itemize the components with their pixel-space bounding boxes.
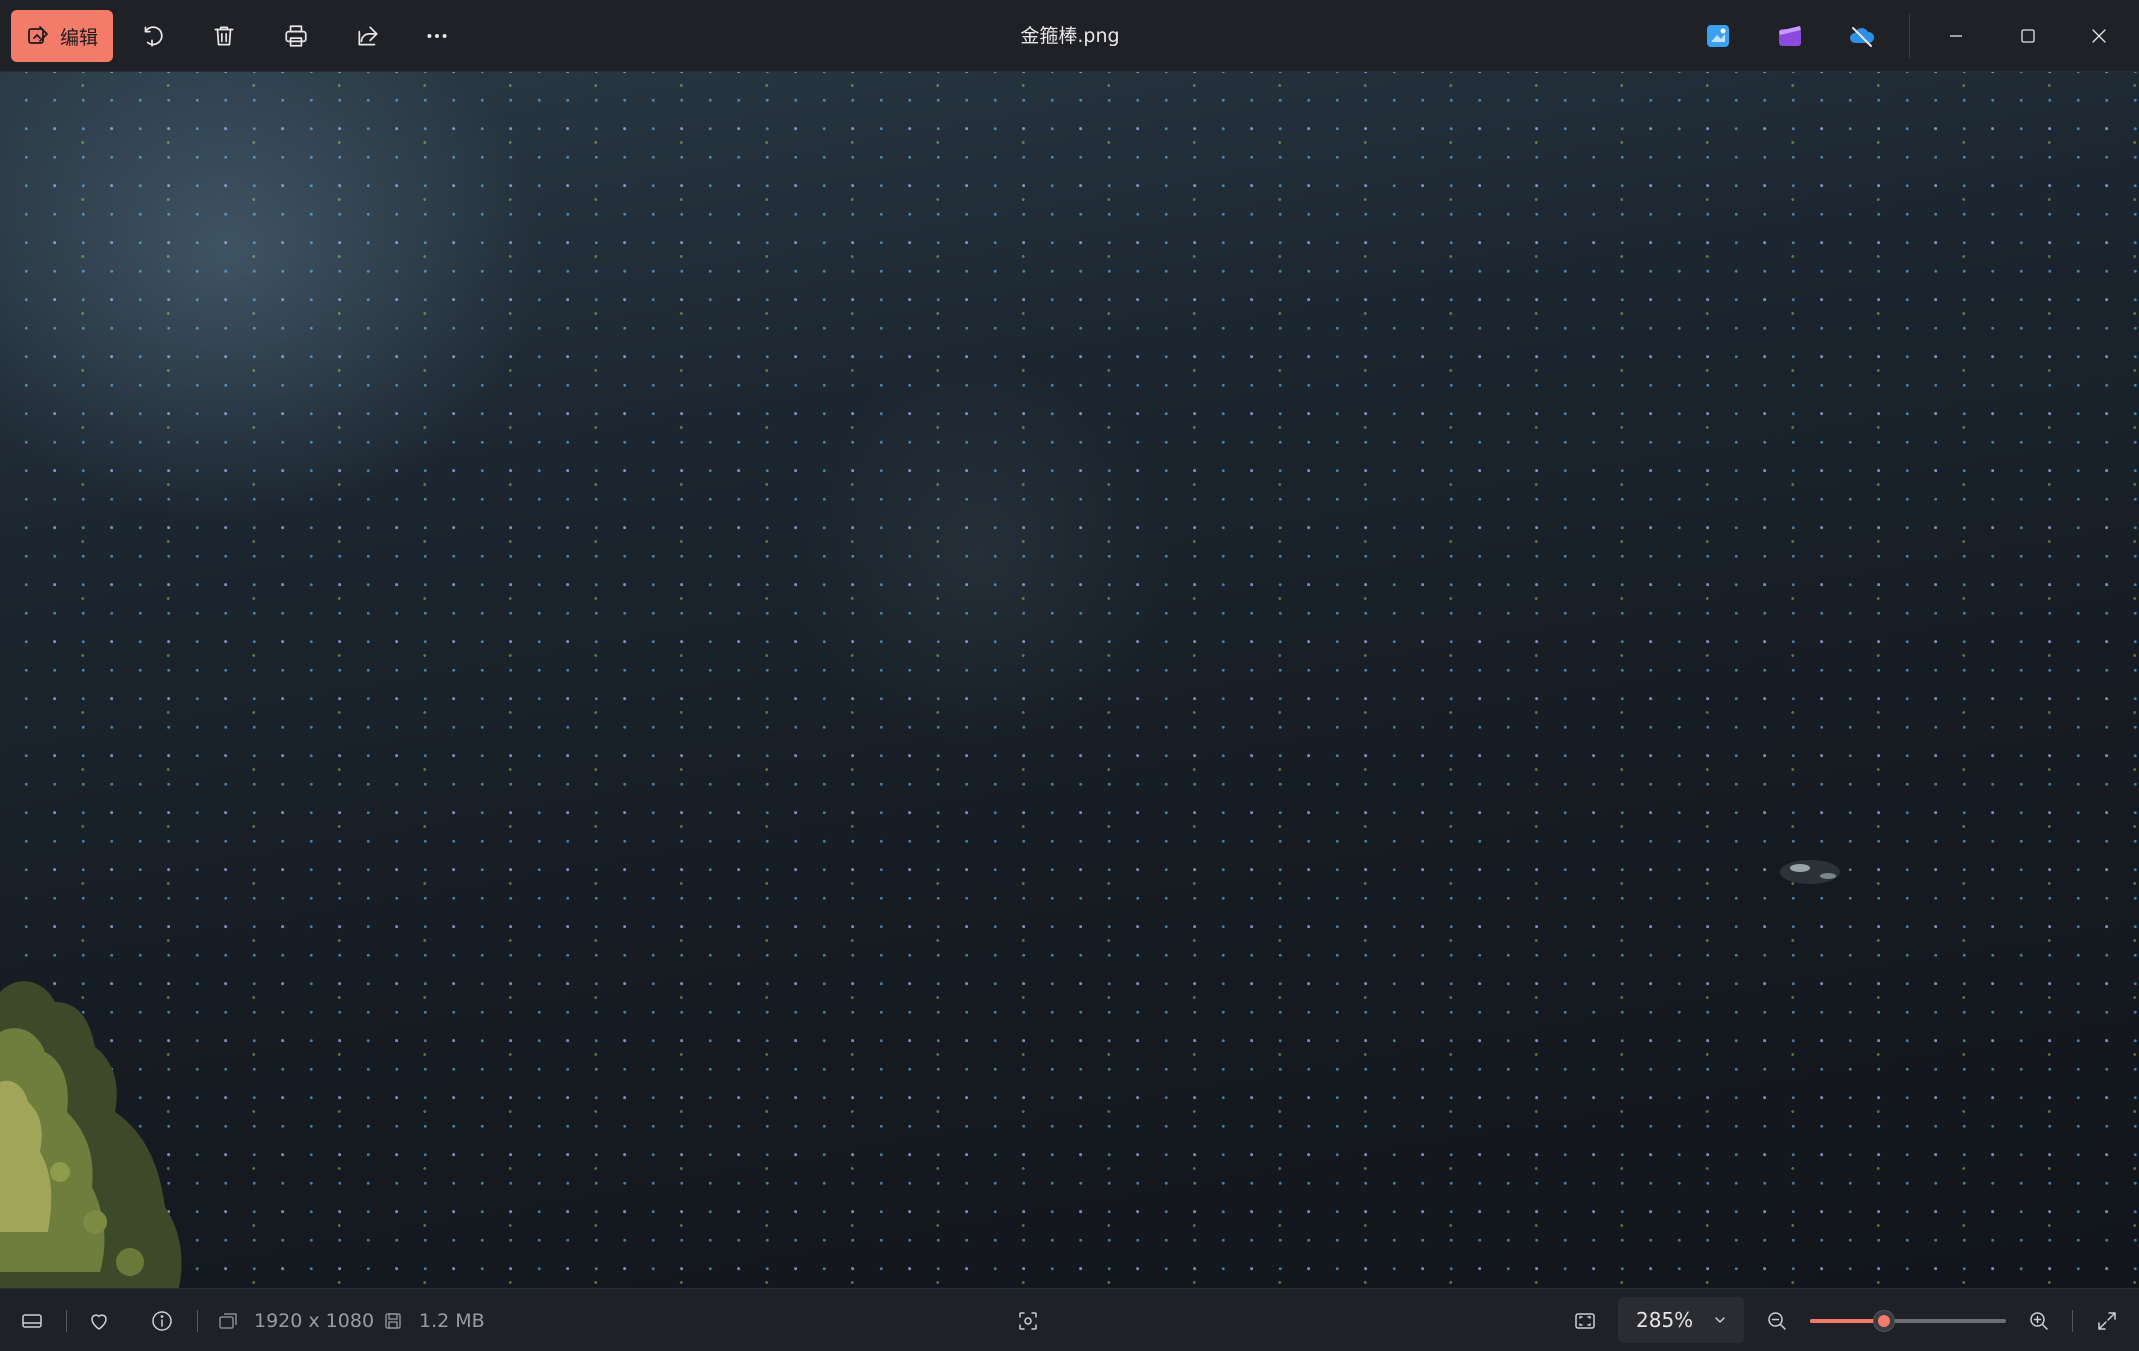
file-size: 1.2 MB: [419, 1310, 485, 1332]
fit-to-window-button[interactable]: [1565, 1301, 1605, 1341]
status-separator: [197, 1310, 198, 1332]
fullscreen-button[interactable]: [2087, 1301, 2127, 1341]
heart-icon: [91, 1314, 107, 1330]
image-pixel-grid: [0, 72, 2139, 1288]
delete-button[interactable]: [204, 16, 244, 56]
filmstrip-icon: [22, 1314, 42, 1328]
more-options-button[interactable]: [417, 16, 457, 56]
print-icon: [285, 25, 307, 47]
zoom-in-button[interactable]: [2019, 1301, 2059, 1341]
maximize-icon: [2021, 28, 2035, 43]
photos-editor-app-button[interactable]: [1700, 18, 1736, 54]
zoom-level-value: 285%: [1636, 1308, 1694, 1332]
chevron-down-icon: [1715, 1317, 1725, 1323]
dimensions-icon-wrap: [208, 1301, 248, 1341]
photos-app-window: 编辑 金箍棒.png 1920 x 1080 1.2 MB 285%: [0, 0, 2139, 1351]
info-icon: [152, 1311, 172, 1331]
delete-icon: [214, 26, 234, 46]
dimensions-icon: [219, 1313, 237, 1329]
zoom-level-dropdown[interactable]: 285%: [1618, 1297, 1744, 1343]
titlebar-separator: [1909, 14, 1910, 58]
image-dimensions: 1920 x 1080: [254, 1310, 375, 1332]
clipchamp-app-button[interactable]: [1772, 18, 1808, 54]
visual-search-icon: [1019, 1312, 1037, 1330]
edit-image-icon: [28, 26, 48, 44]
filmstrip-toggle-button[interactable]: [12, 1301, 52, 1341]
close-icon: [2092, 28, 2106, 43]
onedrive-icon: [1850, 27, 1875, 47]
edit-button[interactable]: 编辑: [11, 10, 113, 62]
minimize-icon: [1950, 34, 1962, 37]
file-info-button[interactable]: [142, 1301, 182, 1341]
rotate-icon: [144, 26, 163, 47]
expand-icon: [2098, 1312, 2116, 1330]
more-icon: [427, 34, 447, 38]
share-icon: [358, 26, 378, 46]
onedrive-app-button[interactable]: [1844, 18, 1880, 54]
rotate-button[interactable]: [132, 16, 172, 56]
zoom-slider-thumb[interactable]: [1873, 1310, 1896, 1332]
fit-to-window-icon: [1575, 1313, 1595, 1329]
zoom-slider[interactable]: [1810, 1307, 2006, 1335]
zoom-in-icon: [2030, 1312, 2048, 1330]
photos-editor-icon: [1707, 25, 1729, 47]
close-button[interactable]: [2064, 0, 2134, 71]
clipchamp-icon: [1779, 26, 1801, 46]
status-separator: [2072, 1310, 2073, 1332]
distant-object-image: [1780, 860, 1840, 884]
tree-foliage-image: [0, 981, 182, 1288]
favorite-button[interactable]: [79, 1301, 119, 1341]
zoom-out-button[interactable]: [1757, 1301, 1797, 1341]
zoom-out-icon: [1768, 1312, 1786, 1330]
window-title: 金箍棒.png: [1020, 25, 1120, 47]
edit-button-label: 编辑: [59, 26, 98, 49]
image-canvas[interactable]: [0, 72, 2139, 1288]
title-bar: 编辑 金箍棒.png: [0, 0, 2139, 72]
file-size-icon-wrap: [373, 1301, 413, 1341]
status-bar: 1920 x 1080 1.2 MB 285%: [0, 1288, 2139, 1351]
print-button[interactable]: [276, 16, 316, 56]
minimize-button[interactable]: [1921, 0, 1991, 71]
status-separator: [66, 1310, 67, 1332]
save-disk-icon: [385, 1313, 401, 1329]
share-button[interactable]: [348, 16, 388, 56]
visual-search-button[interactable]: [1008, 1301, 1048, 1341]
maximize-button[interactable]: [1993, 0, 2063, 71]
